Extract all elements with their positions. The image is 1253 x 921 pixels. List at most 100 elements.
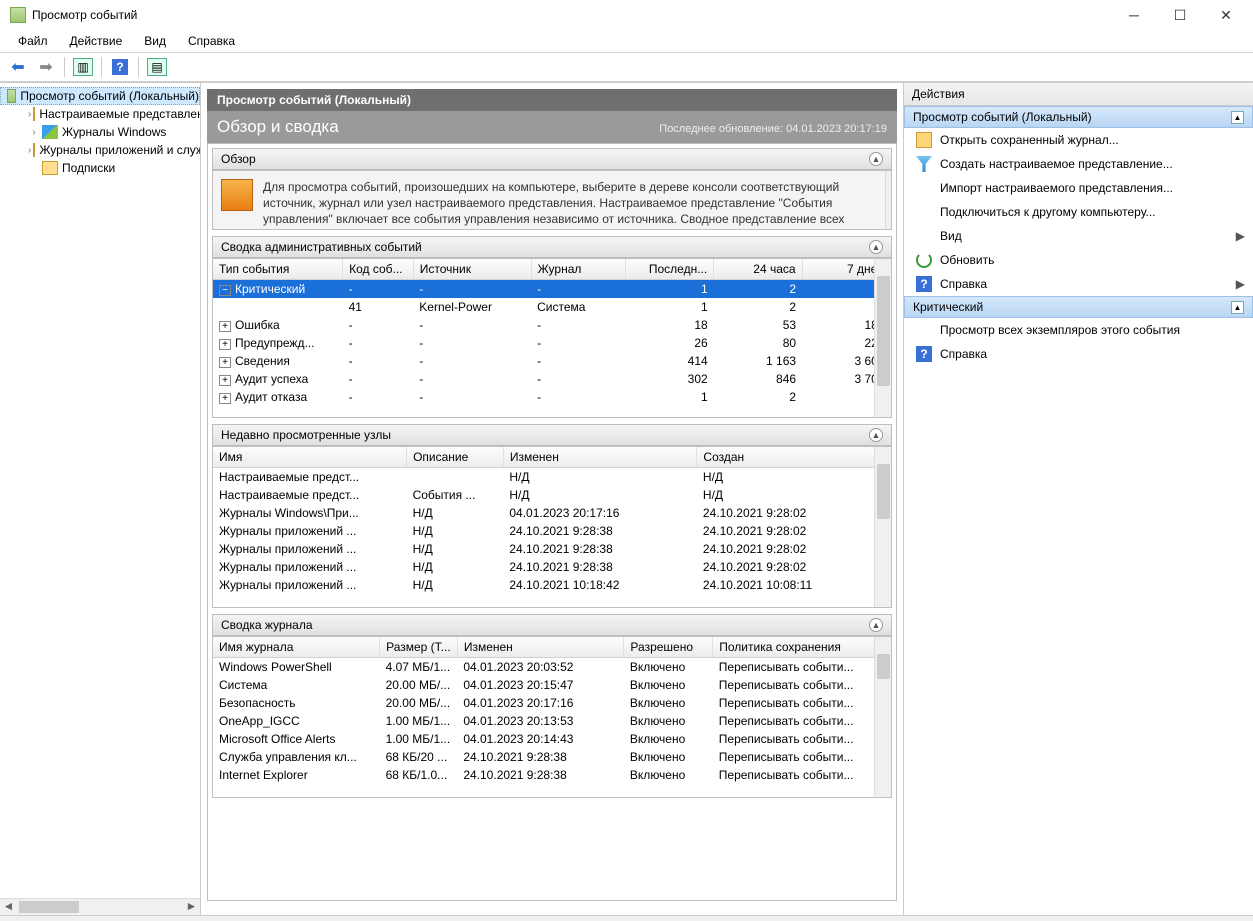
show-hide-actions-button[interactable]: ▤ [145,55,169,79]
toolbar-separator [101,57,102,77]
action-item[interactable]: Вид▶ [904,224,1253,248]
expand-icon[interactable]: + [219,321,231,332]
table-row[interactable]: Настраиваемые предст...События ...Н/ДН/Д [213,486,891,504]
table-row[interactable]: +Ошибка---1853180 [213,316,891,334]
tree-app-service-logs[interactable]: › Журналы приложений и служб [0,141,200,159]
action-item[interactable]: Подключиться к другому компьютеру... [904,200,1253,224]
chevron-up-icon[interactable]: ▲ [1231,111,1244,124]
recent-nodes-header[interactable]: Недавно просмотренные узлы ▲ [212,424,892,446]
expand-icon[interactable]: + [219,339,231,350]
action-item[interactable]: Открыть сохраненный журнал... [904,128,1253,152]
tree-windows-logs[interactable]: › Журналы Windows [0,123,200,141]
content-subheader: Обзор и сводка Последнее обновление: 04.… [207,111,897,143]
table-row[interactable]: +Аудит успеха---3028463 706 [213,370,891,388]
action-label: Справка [940,347,987,361]
chevron-up-icon[interactable]: ▲ [869,240,883,254]
table-row[interactable]: Microsoft Office Alerts1.00 МБ/1...04.01… [213,730,891,748]
recent-nodes-table[interactable]: ИмяОписаниеИзмененСозданНастраиваемые пр… [212,446,892,608]
blank-icon [916,204,932,220]
toolbar-separator [64,57,65,77]
vertical-scrollbar[interactable] [874,259,891,417]
expander-icon[interactable]: › [28,127,40,138]
tree-subscriptions[interactable]: Подписки [0,159,200,177]
log-summary-table[interactable]: Имя журналаРазмер (Т...ИзмененРазрешеноП… [212,636,892,798]
action-item[interactable]: Обновить [904,248,1253,272]
back-button[interactable]: ⬅ [6,55,30,79]
content-header: Просмотр событий (Локальный) [207,89,897,111]
action-item[interactable]: ?Справка▶ [904,272,1253,296]
close-button[interactable]: ✕ [1203,0,1249,30]
status-bar [0,915,1253,921]
actions-pane: Действия Просмотр событий (Локальный) ▲ … [903,83,1253,915]
action-label: Обновить [940,253,994,267]
toolbar: ⬅ ➡ ▥ ? ▤ [0,52,1253,82]
menu-file[interactable]: Файл [8,32,58,50]
table-row[interactable]: +Аудит отказа---125 [213,388,891,406]
table-row[interactable]: −Критический---124 [213,280,891,299]
chevron-up-icon[interactable]: ▲ [869,152,883,166]
table-row[interactable]: Журналы приложений ...Н/Д24.10.2021 10:1… [213,576,891,594]
tree-root[interactable]: Просмотр событий (Локальный) [0,87,200,105]
action-label: Открыть сохраненный журнал... [940,133,1119,147]
menu-view[interactable]: Вид [134,32,176,50]
expander-icon[interactable]: › [28,145,31,156]
navigation-tree[interactable]: Просмотр событий (Локальный) › Настраива… [0,83,201,915]
vertical-scrollbar[interactable] [874,447,891,607]
chevron-up-icon[interactable]: ▲ [1231,301,1244,314]
table-row[interactable]: OneApp_IGCC1.00 МБ/1...04.01.2023 20:13:… [213,712,891,730]
menu-bar: Файл Действие Вид Справка [0,30,1253,52]
table-row[interactable]: Система20.00 МБ/...04.01.2023 20:15:47Вк… [213,676,891,694]
table-row[interactable]: Настраиваемые предст...Н/ДН/Д [213,468,891,487]
table-row[interactable]: Служба управления кл...68 КБ/20 ...24.10… [213,748,891,766]
table-row[interactable]: Журналы приложений ...Н/Д24.10.2021 9:28… [213,540,891,558]
minimize-button[interactable]: ─ [1111,0,1157,30]
expand-icon[interactable]: + [219,393,231,404]
chevron-up-icon[interactable]: ▲ [869,618,883,632]
chevron-right-icon: ▶ [1236,277,1245,291]
table-row[interactable]: +Сведения---4141 1633 600 [213,352,891,370]
show-hide-tree-button[interactable]: ▥ [71,55,95,79]
table-row[interactable]: Журналы Windows\При...Н/Д04.01.2023 20:1… [213,504,891,522]
expand-icon[interactable]: + [219,375,231,386]
maximize-button[interactable]: ☐ [1157,0,1203,30]
action-item[interactable]: ? Справка [904,342,1253,366]
tree-custom-views[interactable]: › Настраиваемые представления [0,105,200,123]
expand-icon[interactable]: + [219,357,231,368]
action-label: Импорт настраиваемого представления... [940,181,1173,195]
event-viewer-icon [7,89,16,103]
last-updated: Последнее обновление: 04.01.2023 20:17:1… [659,123,887,135]
forward-button[interactable]: ➡ [34,55,58,79]
table-row[interactable]: Журналы приложений ...Н/Д24.10.2021 9:28… [213,522,891,540]
help-button[interactable]: ? [108,55,132,79]
table-row[interactable]: Windows PowerShell4.07 МБ/1...04.01.2023… [213,658,891,677]
app-icon [10,7,26,23]
menu-action[interactable]: Действие [60,32,133,50]
table-row[interactable]: 41Kernel-PowerСистема124 [213,298,891,316]
table-row[interactable]: Журналы приложений ...Н/Д24.10.2021 9:28… [213,558,891,576]
expand-icon[interactable]: − [219,285,231,296]
overview-scrollbar[interactable] [885,171,891,229]
admin-summary-table[interactable]: Тип событияКод соб...ИсточникЖурналПосле… [212,258,892,418]
action-item[interactable]: Создать настраиваемое представление... [904,152,1253,176]
subtitle: Обзор и сводка [217,117,339,137]
log-summary-header[interactable]: Сводка журнала ▲ [212,614,892,636]
action-item[interactable]: Импорт настраиваемого представления... [904,176,1253,200]
action-item[interactable]: Просмотр всех экземпляров этого события [904,318,1253,342]
table-row[interactable]: Безопасность20.00 МБ/...04.01.2023 20:17… [213,694,891,712]
table-row[interactable]: Internet Explorer68 КБ/1.0...24.10.2021 … [213,766,891,784]
tree-horizontal-scrollbar[interactable]: ◄► [0,898,200,915]
menu-help[interactable]: Справка [178,32,245,50]
chevron-up-icon[interactable]: ▲ [869,428,883,442]
help-icon: ? [916,346,932,362]
tree-root-label: Просмотр событий (Локальный) [20,89,199,103]
table-row[interactable]: +Предупрежд...---2680221 [213,334,891,352]
filter-icon [916,156,932,172]
folder-icon [33,107,35,121]
expander-icon[interactable]: › [28,109,31,120]
action-group-local[interactable]: Просмотр событий (Локальный) ▲ [904,106,1253,128]
vertical-scrollbar[interactable] [874,637,891,797]
admin-summary-header[interactable]: Сводка административных событий ▲ [212,236,892,258]
action-group-critical[interactable]: Критический ▲ [904,296,1253,318]
overview-section-header[interactable]: Обзор ▲ [212,148,892,170]
action-label: Вид [940,229,962,243]
